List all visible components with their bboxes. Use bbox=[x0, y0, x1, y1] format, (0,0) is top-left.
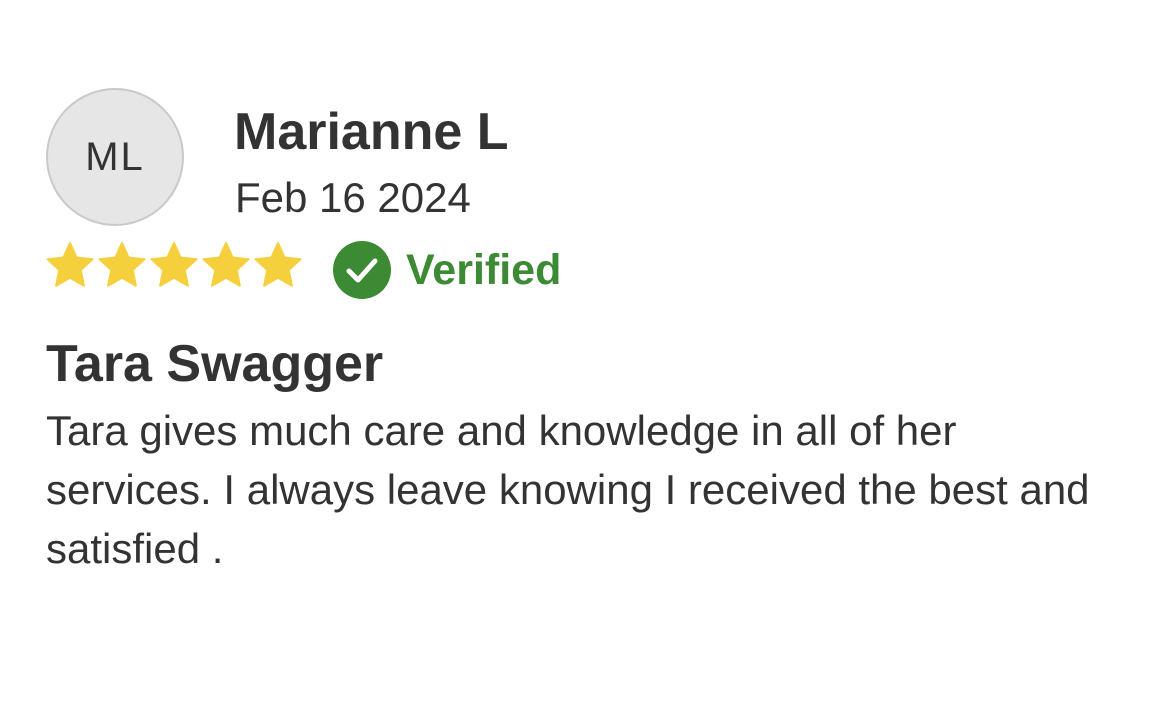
star-icon bbox=[150, 242, 198, 287]
star-rating bbox=[46, 241, 302, 289]
review-date: Feb 16 2024 bbox=[235, 174, 471, 221]
star-icon bbox=[202, 242, 250, 287]
review-card: ML Marianne L Feb 16 2024 Verified Tara … bbox=[0, 0, 1170, 710]
verified-label: Verified bbox=[406, 245, 562, 294]
review-body: Tara gives much care and knowledge in al… bbox=[46, 407, 1090, 572]
verified-badge: Verified bbox=[332, 240, 561, 300]
avatar-initials: ML bbox=[85, 134, 145, 179]
star-icon bbox=[254, 242, 302, 287]
avatar: ML bbox=[46, 88, 184, 226]
reviewer-name: Marianne L bbox=[234, 103, 509, 161]
review-title: Tara Swagger bbox=[46, 335, 384, 393]
star-icon bbox=[98, 242, 146, 287]
check-circle-icon bbox=[333, 241, 391, 299]
star-icon bbox=[46, 242, 94, 287]
